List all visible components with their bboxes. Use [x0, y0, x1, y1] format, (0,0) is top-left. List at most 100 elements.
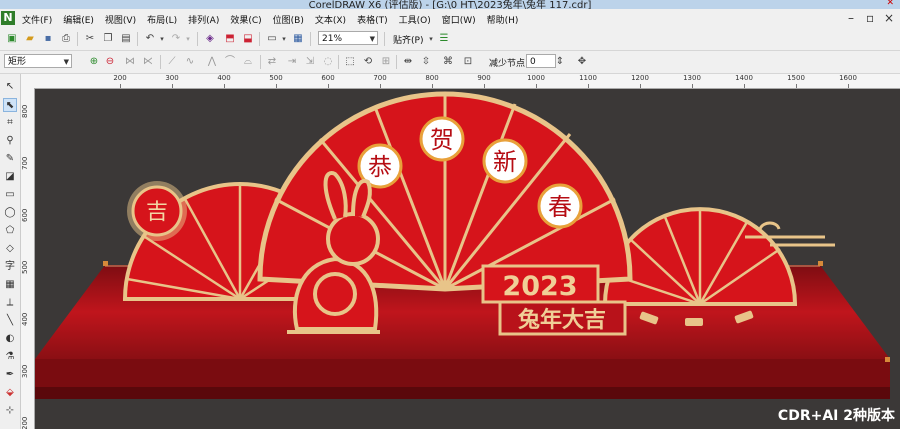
- smooth-node-icon[interactable]: ⌒: [224, 56, 236, 68]
- selection-handle[interactable]: [818, 261, 823, 266]
- separator: [197, 32, 198, 46]
- separator: [396, 55, 397, 69]
- greeting-char-2: 贺: [430, 126, 454, 154]
- menu-item[interactable]: 布局(L): [147, 13, 177, 26]
- selection-handle[interactable]: [885, 357, 890, 362]
- publish-pdf-icon[interactable]: ▭: [266, 33, 278, 45]
- restore-icon[interactable]: ▫: [866, 11, 874, 25]
- paste-icon[interactable]: ▤: [120, 33, 132, 45]
- close-icon[interactable]: ✕: [886, 0, 894, 8]
- outline-tool-icon[interactable]: ✒: [3, 368, 17, 382]
- mirror-v-icon[interactable]: ⇳: [420, 56, 432, 68]
- cut-icon[interactable]: ✂: [84, 33, 96, 45]
- cusp-node-icon[interactable]: ⋀: [206, 56, 218, 68]
- zoom-select[interactable]: 21% ▼: [318, 31, 378, 45]
- symmetric-node-icon[interactable]: ⌓: [242, 56, 254, 68]
- to-line-icon[interactable]: ⟋: [166, 56, 178, 68]
- ruler-tick: [380, 84, 381, 88]
- blend-tool-icon[interactable]: ◐: [3, 332, 17, 346]
- stepper-icon[interactable]: ⇕: [554, 56, 566, 68]
- chevron-down-icon[interactable]: ▾: [425, 33, 437, 45]
- reverse-direction-icon[interactable]: ⇄: [266, 56, 278, 68]
- ruler-tick-label: 500: [269, 74, 283, 82]
- app-launcher-icon[interactable]: ▦: [292, 33, 304, 45]
- node-options-icon[interactable]: ✥: [576, 56, 588, 68]
- crop-tool-icon[interactable]: ⌗: [3, 116, 17, 130]
- search-content-icon[interactable]: ◈: [204, 33, 216, 45]
- rotate-nodes-icon[interactable]: ⟲: [362, 56, 374, 68]
- menu-item[interactable]: 帮助(H): [487, 13, 519, 26]
- save-icon[interactable]: ▪: [42, 33, 54, 45]
- rectangle-tool-icon[interactable]: ▭: [3, 188, 17, 202]
- redo-icon[interactable]: ↷: [170, 33, 182, 45]
- chevron-down-icon[interactable]: ▾: [182, 33, 194, 45]
- menu-item[interactable]: 效果(C): [230, 13, 261, 26]
- shape-mode-select[interactable]: 矩形 ▼: [4, 54, 72, 68]
- polygon-tool-icon[interactable]: ⬠: [3, 224, 17, 238]
- chevron-down-icon[interactable]: ▾: [278, 33, 290, 45]
- smart-fill-icon[interactable]: ◪: [3, 170, 17, 184]
- drawing-canvas[interactable]: 恭 贺 新 春 吉 2023 兔年大吉 CDR+AI 2种版本: [35, 89, 900, 429]
- break-curve-icon[interactable]: ⋉: [142, 56, 154, 68]
- menu-item[interactable]: 工具(O): [399, 13, 431, 26]
- menu-item[interactable]: 窗口(W): [442, 13, 476, 26]
- menu-item[interactable]: 编辑(E): [63, 13, 94, 26]
- medallion-char: 吉: [146, 200, 168, 225]
- shape-mode-value: 矩形: [8, 57, 27, 67]
- menu-item[interactable]: 文件(F): [22, 13, 52, 26]
- ruler-tick-label: 1400: [735, 74, 753, 82]
- selection-handle[interactable]: [103, 261, 108, 266]
- reduce-nodes-input[interactable]: 0: [526, 54, 556, 68]
- menu-item[interactable]: 视图(V): [105, 13, 136, 26]
- mirror-h-icon[interactable]: ⇹: [402, 56, 414, 68]
- print-icon[interactable]: ⎙: [60, 33, 72, 45]
- interactive-fill-icon[interactable]: ⊹: [3, 404, 17, 418]
- to-curve-icon[interactable]: ∿: [184, 56, 196, 68]
- open-folder-icon[interactable]: ▰: [24, 33, 36, 45]
- zoom-tool-icon[interactable]: ⚲: [3, 134, 17, 148]
- stretch-nodes-icon[interactable]: ⬚: [344, 56, 356, 68]
- greeting-char-3: 新: [493, 148, 517, 176]
- dimension-tool-icon[interactable]: ⟂: [3, 296, 17, 310]
- extract-subpath-icon[interactable]: ⇲: [304, 56, 316, 68]
- minimize-icon[interactable]: –: [848, 11, 854, 25]
- ellipse-tool-icon[interactable]: ◯: [3, 206, 17, 220]
- fortune-medallion: 吉: [127, 181, 187, 241]
- close-curve-icon[interactable]: ◌: [322, 56, 334, 68]
- eyedropper-tool-icon[interactable]: ⚗: [3, 350, 17, 364]
- add-node-icon[interactable]: ⊕: [88, 56, 100, 68]
- menu-item[interactable]: 表格(T): [357, 13, 388, 26]
- ruler-tick-label: 600: [21, 208, 29, 222]
- new-document-icon[interactable]: ▣: [6, 33, 18, 45]
- join-nodes-icon[interactable]: ⋈: [124, 56, 136, 68]
- text-tool-icon[interactable]: 字: [3, 260, 17, 274]
- vertical-ruler[interactable]: 800 700 600 500 400 300 200: [20, 88, 35, 429]
- elastic-mode-icon[interactable]: ⌘: [442, 56, 454, 68]
- chevron-down-icon: ▼: [63, 58, 69, 66]
- horizontal-ruler[interactable]: 200 300 400 500 600 700 800 900 1000 1100 1200 1300…: [20, 74, 900, 89]
- ruler-tick-label: 900: [477, 74, 491, 82]
- menu-item[interactable]: 位图(B): [273, 13, 304, 26]
- basic-shapes-icon[interactable]: ◇: [3, 242, 17, 256]
- align-nodes-icon[interactable]: ⊞: [380, 56, 392, 68]
- options-icon[interactable]: ☰: [438, 33, 450, 45]
- pick-tool-icon[interactable]: ↖: [3, 80, 17, 94]
- menu-item[interactable]: 文本(X): [315, 13, 346, 26]
- import-icon[interactable]: ⬒: [224, 33, 236, 45]
- freehand-tool-icon[interactable]: ✎: [3, 152, 17, 166]
- extend-curve-icon[interactable]: ⇥: [286, 56, 298, 68]
- ruler-tick-label: 700: [21, 156, 29, 170]
- fill-tool-icon[interactable]: ⬙: [3, 386, 17, 400]
- chevron-down-icon[interactable]: ▾: [156, 33, 168, 45]
- connector-tool-icon[interactable]: ╲: [3, 314, 17, 328]
- undo-icon[interactable]: ↶: [144, 33, 156, 45]
- table-tool-icon[interactable]: ▦: [3, 278, 17, 292]
- delete-node-icon[interactable]: ⊖: [104, 56, 116, 68]
- menu-item[interactable]: 排列(A): [188, 13, 219, 26]
- snap-to-menu[interactable]: 贴齐(P): [393, 33, 423, 46]
- select-all-nodes-icon[interactable]: ⊡: [462, 56, 474, 68]
- close-doc-icon[interactable]: ×: [884, 11, 894, 25]
- copy-icon[interactable]: ❐: [102, 33, 114, 45]
- shape-tool-icon[interactable]: ⬉: [3, 98, 17, 112]
- export-icon[interactable]: ⬓: [242, 33, 254, 45]
